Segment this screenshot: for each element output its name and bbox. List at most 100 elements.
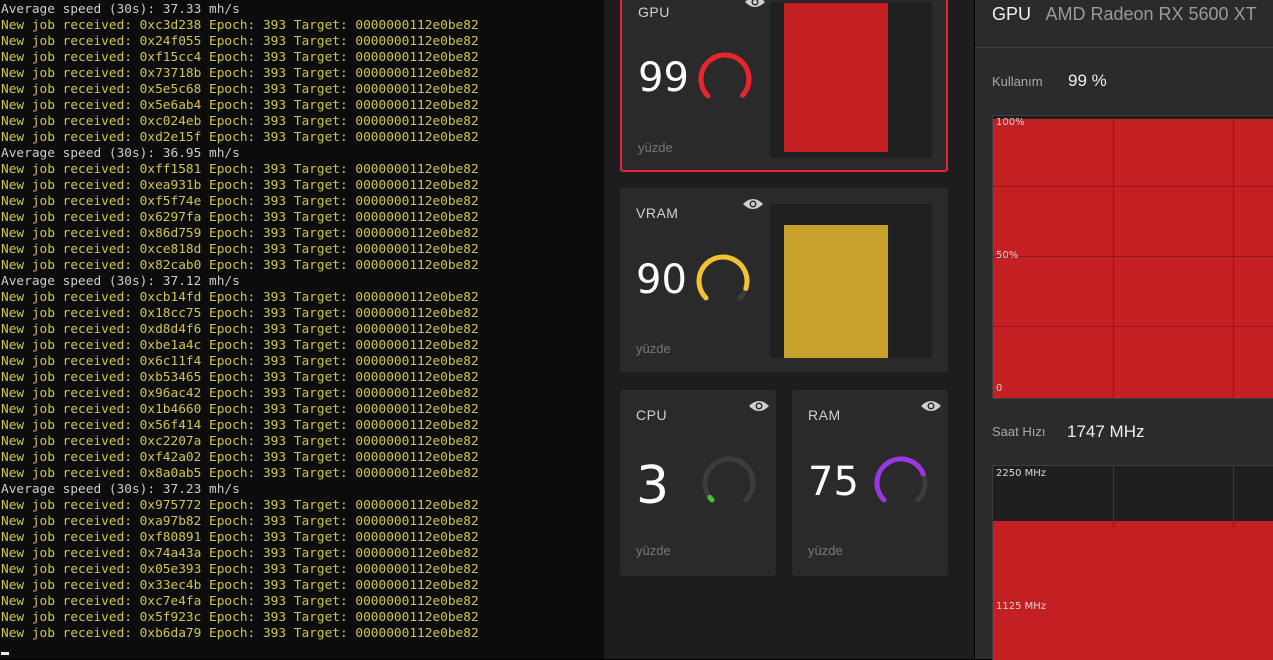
usage-gridline [1233,116,1234,398]
gpu-detail-label: GPU [992,4,1032,24]
gpu-unit-label: yüzde [638,140,673,155]
vram-graph-bar [784,225,888,358]
gpu-usage-value: 99 [638,55,689,101]
gpu-usage-graph [770,2,932,158]
usage-tick-0: 0 [996,383,1003,394]
job-line: New job received: 0x05e393 Epoch: 393 Ta… [1,562,479,577]
vram-card-title: VRAM [636,205,679,221]
clock-tick-max: 2250 MHz [996,468,1047,479]
vram-usage-value: 90 [636,257,687,303]
job-line: New job received: 0xce818d Epoch: 393 Ta… [1,242,479,257]
job-line: New job received: 0xd8d4f6 Epoch: 393 Ta… [1,322,479,337]
performance-widget-panel: GPU 99 yüzde VRAM 90 yüzde CPU 3 yüzde R… [604,0,974,659]
clock-value: 1747 MHz [1067,422,1145,441]
usage-chart: 100% 50% 0 [992,115,1273,399]
usage-gridline [993,186,1273,187]
job-line: New job received: 0xd2e15f Epoch: 393 Ta… [1,130,479,145]
vram-widget-card[interactable]: VRAM 90 yüzde [620,188,948,372]
job-line: New job received: 0x86d759 Epoch: 393 Ta… [1,226,479,241]
job-line: New job received: 0x74a43a Epoch: 393 Ta… [1,546,479,561]
gpu-graph-bar [784,3,888,152]
gpu-detail-header: GPU AMD Radeon RX 5600 XT [992,4,1257,25]
console-output: Average speed (30s): 37.33 mh/s New job r… [1,2,479,642]
usage-gridline [993,326,1273,327]
cpu-widget-card[interactable]: CPU 3 yüzde [620,390,776,576]
console-cursor [1,652,9,655]
eye-icon[interactable] [742,196,764,212]
gauge-track [702,456,756,503]
vram-gauge [696,254,750,301]
job-line: New job received: 0xcb14fd Epoch: 393 Ta… [1,290,479,305]
job-line: New job received: 0x975772 Epoch: 393 Ta… [1,498,479,513]
cpu-usage-value: 3 [636,456,670,516]
eye-icon[interactable] [748,398,770,414]
usage-gridline [1113,116,1114,398]
gpu-widget-card[interactable]: GPU 99 yüzde [620,0,948,172]
job-line: New job received: 0x6c11f4 Epoch: 393 Ta… [1,354,479,369]
clock-label: Saat Hızı [992,424,1046,439]
job-line: New job received: 0x5e6ab4 Epoch: 393 Ta… [1,98,479,113]
job-line: New job received: 0xc3d238 Epoch: 393 Ta… [1,18,479,33]
hashrate-line: Average speed (30s): 36.95 mh/s [1,146,240,161]
gauge-value-arc [698,52,752,99]
gauge-value-arc [696,254,750,301]
eye-icon[interactable] [744,0,766,10]
clock-chart: 2250 MHz 1125 MHz [992,465,1273,660]
job-line: New job received: 0x73718b Epoch: 393 Ta… [1,66,479,81]
job-line: New job received: 0xf42a02 Epoch: 393 Ta… [1,450,479,465]
job-line: New job received: 0xc2207a Epoch: 393 Ta… [1,434,479,449]
ram-widget-card[interactable]: RAM 75 yüzde [792,390,948,576]
job-line: New job received: 0x1b4660 Epoch: 393 Ta… [1,402,479,417]
job-line: New job received: 0xb6da79 Epoch: 393 Ta… [1,626,479,641]
job-line: New job received: 0x5e5c68 Epoch: 393 Ta… [1,82,479,97]
job-line: New job received: 0x18cc75 Epoch: 393 Ta… [1,306,479,321]
job-line: New job received: 0xa97b82 Epoch: 393 Ta… [1,514,479,529]
gpu-card-title: GPU [638,4,670,20]
job-line: New job received: 0x6297fa Epoch: 393 Ta… [1,210,479,225]
usage-tick-50: 50% [996,250,1019,261]
job-line: New job received: 0x33ec4b Epoch: 393 Ta… [1,578,479,593]
vram-usage-graph [770,204,932,358]
job-line: New job received: 0xc024eb Epoch: 393 Ta… [1,114,479,129]
job-line: New job received: 0x82cab0 Epoch: 393 Ta… [1,258,479,273]
usage-gridline [993,256,1273,257]
hashrate-line: Average speed (30s): 37.12 mh/s [1,274,240,289]
job-line: New job received: 0xc7e4fa Epoch: 393 Ta… [1,594,479,609]
cpu-gauge [702,456,756,503]
usage-label: Kullanım [992,74,1043,89]
job-line: New job received: 0x56f414 Epoch: 393 Ta… [1,418,479,433]
clock-tick-mid: 1125 MHz [996,601,1047,612]
job-line: New job received: 0xf5f74e Epoch: 393 Ta… [1,194,479,209]
hashrate-line: Average speed (30s): 37.23 mh/s [1,482,240,497]
vram-unit-label: yüzde [636,341,671,356]
job-line: New job received: 0x5f923c Epoch: 393 Ta… [1,610,479,625]
cpu-unit-label: yüzde [636,543,671,558]
clock-gridline [1113,466,1114,528]
gauge-value-arc [874,456,926,503]
usage-value: 99 % [1068,71,1107,90]
ram-gauge [874,456,928,503]
clock-gridline [1233,466,1234,528]
job-line: New job received: 0xff1581 Epoch: 393 Ta… [1,162,479,177]
job-line: New job received: 0xf80891 Epoch: 393 Ta… [1,530,479,545]
ram-card-title: RAM [808,407,841,423]
usage-tick-100: 100% [996,117,1025,128]
ram-unit-label: yüzde [808,543,843,558]
job-line: New job received: 0xea931b Epoch: 393 Ta… [1,178,479,193]
miner-console[interactable]: Average speed (30s): 37.33 mh/s New job r… [0,0,604,659]
job-line: New job received: 0x24f055 Epoch: 393 Ta… [1,34,479,49]
eye-icon[interactable] [920,398,942,414]
job-line: New job received: 0x8a0ab5 Epoch: 393 Ta… [1,466,479,481]
gpu-gauge [698,52,752,99]
cpu-card-title: CPU [636,407,668,423]
gpu-detail-pane: GPU AMD Radeon RX 5600 XT Kullanım 99 % … [975,0,1273,660]
job-line: New job received: 0xf15cc4 Epoch: 393 Ta… [1,50,479,65]
clock-chart-fill [993,521,1273,660]
job-line: New job received: 0x96ac42 Epoch: 393 Ta… [1,386,479,401]
header-divider [975,47,1273,48]
gpu-device-name: AMD Radeon RX 5600 XT [1045,4,1257,24]
job-line: New job received: 0xbe1a4c Epoch: 393 Ta… [1,338,479,353]
job-line: New job received: 0xb53465 Epoch: 393 Ta… [1,370,479,385]
usage-chart-fill [993,119,1273,398]
gauge-value-arc [707,494,715,503]
